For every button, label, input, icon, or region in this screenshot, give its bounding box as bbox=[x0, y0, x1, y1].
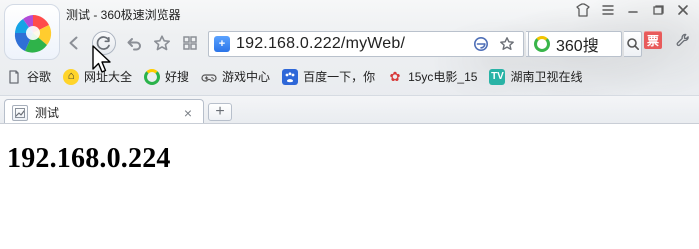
undo-svg bbox=[127, 38, 141, 51]
favorite-star-svg bbox=[500, 37, 514, 50]
tv-icon: TV bbox=[489, 68, 506, 85]
menu-svg bbox=[602, 5, 614, 15]
bookmark-label: 谷歌 bbox=[27, 70, 52, 84]
wrench-svg bbox=[676, 33, 689, 47]
page-content: 192.168.0.224 bbox=[0, 125, 699, 249]
apps-svg bbox=[183, 36, 197, 50]
back-icon[interactable] bbox=[64, 33, 84, 53]
title-bar: 测试 - 360极速浏览器 bbox=[64, 0, 699, 26]
tab-active[interactable]: 测试 × bbox=[4, 99, 204, 123]
shirt-icon[interactable] bbox=[575, 2, 591, 18]
ticket-button[interactable]: 票 bbox=[644, 31, 662, 49]
ie-mode-icon[interactable] bbox=[472, 35, 490, 53]
reload-svg bbox=[96, 36, 110, 50]
menu-icon[interactable] bbox=[600, 2, 616, 18]
new-tab-button[interactable]: + bbox=[208, 103, 232, 121]
bookmark-label: 游戏中心 bbox=[222, 70, 271, 84]
bookmark-label: 网址大全 bbox=[84, 70, 133, 84]
bookmark-item-baidu[interactable]: 百度一下，你 bbox=[282, 68, 375, 85]
doc-icon bbox=[6, 69, 22, 85]
settings-wrench-icon[interactable] bbox=[674, 31, 692, 49]
ie-svg bbox=[474, 37, 488, 51]
close-window-icon[interactable] bbox=[675, 2, 691, 18]
restore-svg bbox=[653, 5, 664, 15]
tabs-row: 测试 × + bbox=[0, 95, 699, 123]
bookmark-item-google[interactable]: 谷歌 bbox=[6, 68, 51, 85]
colorful-logo-icon bbox=[14, 15, 52, 53]
minimize-svg bbox=[628, 11, 638, 13]
apps-icon[interactable] bbox=[180, 33, 200, 53]
star-icon[interactable] bbox=[152, 33, 172, 53]
address-bar[interactable]: + 192.168.0.222/myWeb/ bbox=[208, 31, 524, 57]
bookmark-label: 湖南卫视在线 bbox=[510, 70, 583, 84]
gamepad-icon bbox=[201, 69, 217, 85]
shirt-svg bbox=[576, 3, 590, 17]
bookmarks-list: 谷歌 ⌂ 网址大全 好搜 游戏中心 百度一下，你 ✿ 15yc电影_15 TV … bbox=[6, 68, 582, 85]
navigation-buttons bbox=[64, 31, 200, 55]
window-title: 测试 - 360极速浏览器 bbox=[66, 8, 181, 22]
doc-svg bbox=[9, 69, 19, 84]
navigation-row: + 192.168.0.222/myWeb/ 360搜 票 bbox=[64, 28, 699, 60]
search-button[interactable] bbox=[624, 31, 642, 57]
plus-icon: + bbox=[215, 103, 225, 120]
minimize-icon[interactable] bbox=[625, 2, 641, 18]
browser-chrome: 测试 - 360极速浏览器 + 192.168.0.222/myWeb/ 360… bbox=[0, 0, 699, 124]
page-icon bbox=[12, 104, 28, 121]
star-svg bbox=[154, 35, 170, 51]
back-svg bbox=[69, 36, 78, 50]
restore-icon[interactable] bbox=[650, 2, 666, 18]
magnifier-icon bbox=[626, 38, 639, 50]
home-icon: ⌂ bbox=[63, 68, 80, 85]
bookmarks-bar: 谷歌 ⌂ 网址大全 好搜 游戏中心 百度一下，你 ✿ 15yc电影_15 TV … bbox=[0, 65, 699, 91]
bookmark-item-directory[interactable]: ⌂ 网址大全 bbox=[63, 68, 132, 85]
search-engine-text[interactable]: 360搜 bbox=[556, 32, 599, 56]
favorite-star-icon[interactable] bbox=[498, 35, 516, 53]
window-controls bbox=[575, 2, 691, 18]
bookmark-item-15yc[interactable]: ✿ 15yc电影_15 bbox=[387, 68, 478, 85]
bookmark-label: 百度一下，你 bbox=[303, 70, 376, 84]
shield-icon: + bbox=[214, 36, 230, 52]
undo-icon[interactable] bbox=[124, 33, 144, 53]
bookmark-item-hunan-tv[interactable]: TV 湖南卫视在线 bbox=[489, 68, 582, 85]
address-right-icons bbox=[472, 35, 523, 53]
search-circle-icon bbox=[144, 68, 161, 85]
close-svg bbox=[678, 5, 688, 15]
browser-logo bbox=[4, 4, 60, 60]
baidu-paw-icon bbox=[282, 68, 299, 85]
toolbar-right: 票 bbox=[644, 31, 692, 49]
gamepad-svg bbox=[201, 73, 217, 82]
ticket-button-label: 票 bbox=[646, 33, 659, 48]
search-bar[interactable]: 360搜 bbox=[528, 31, 622, 57]
bookmark-label: 15yc电影_15 bbox=[408, 70, 478, 84]
tab-title: 测试 bbox=[35, 106, 60, 120]
flower-icon: ✿ bbox=[389, 69, 401, 84]
bookmark-label: 好搜 bbox=[165, 70, 190, 84]
address-url[interactable]: 192.168.0.222/myWeb/ bbox=[236, 35, 405, 53]
bookmark-item-games[interactable]: 游戏中心 bbox=[201, 68, 270, 85]
bookmark-item-haosou[interactable]: 好搜 bbox=[144, 68, 189, 85]
search-engine-icon bbox=[534, 36, 550, 52]
page-icon-svg bbox=[15, 107, 25, 118]
page-heading: 192.168.0.224 bbox=[7, 143, 171, 174]
browser-window: 测试 - 360极速浏览器 + 192.168.0.222/myWeb/ 360… bbox=[0, 0, 699, 249]
tab-close-icon[interactable]: × bbox=[181, 105, 195, 121]
reload-icon[interactable] bbox=[92, 31, 116, 55]
paw-svg bbox=[285, 71, 295, 82]
